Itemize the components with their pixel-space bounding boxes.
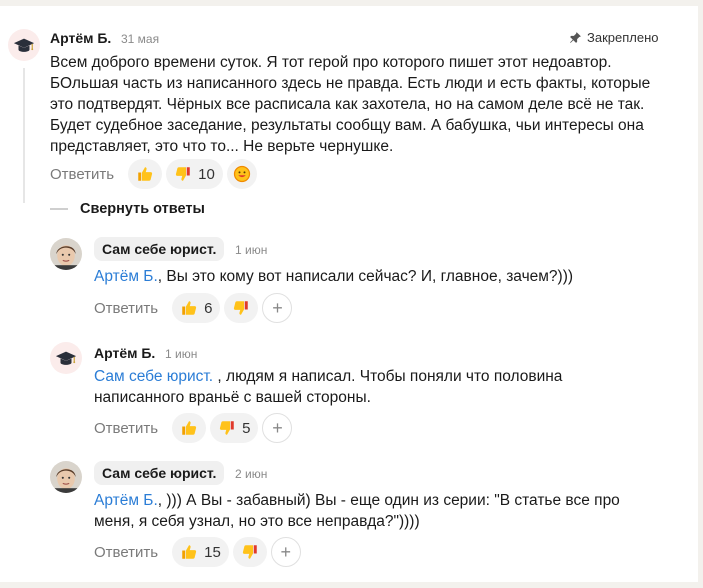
collapse-replies-button[interactable]: Свернуть ответы [50,201,205,217]
comment-author[interactable]: Артём Б. [94,345,155,361]
comment-actions: Ответить 6 + [94,293,293,323]
reply-button[interactable]: Ответить [94,420,158,437]
thumbs-down-icon [174,165,192,183]
comment-author[interactable]: Сам себе юрист. [94,237,225,261]
comment-text: Артём Б., ))) А Вы - забавный) Вы - еще … [94,490,654,532]
add-reaction-button[interactable]: + [262,293,293,323]
add-reaction-button[interactable]: + [262,413,293,443]
dislike-button[interactable]: 10 [166,159,223,189]
comment-body: , ))) А Вы - забавный) Вы - еще один из … [94,492,620,530]
reply-button[interactable]: Ответить [94,300,158,317]
graduation-cap-icon [55,347,77,369]
thumbs-up-icon [136,165,154,183]
user-photo [50,238,82,270]
reply-button[interactable]: Ответить [50,166,114,183]
avatar[interactable] [8,29,40,61]
avatar[interactable] [50,461,82,493]
thumbs-up-icon [180,419,198,437]
thumbs-down-icon [241,543,259,561]
dislike-button[interactable] [224,293,259,323]
pinned-badge: Закреплено [569,30,659,45]
thread-line [23,68,25,203]
mention-link[interactable]: Артём Б. [94,268,158,285]
like-count: 6 [204,299,213,317]
dislike-button[interactable] [232,537,267,567]
comment-date: 1 июн [165,347,198,361]
comment-text: Всем доброго времени суток. Я тот герой … [50,54,651,155]
comment-date: 1 июн [235,243,268,257]
reply-button[interactable]: Ответить [94,544,158,561]
bottom-edge [0,582,703,588]
like-count: 15 [204,543,221,561]
comment-text: Сам себе юрист. , людям я написал. Чтобы… [94,366,624,408]
comment-date: 2 июн [235,467,268,481]
comment-actions: Ответить 5 + [94,413,293,443]
comment-actions: Ответить 10 [50,159,257,189]
thumbs-up-icon [180,299,198,317]
add-reaction-button[interactable]: + [270,537,301,567]
scrollbar-track[interactable] [698,0,703,588]
dislike-count: 10 [198,165,215,183]
thumbs-up-icon [180,543,198,561]
comment-text: Артём Б., Вы это кому вот написали сейча… [94,266,664,287]
plus-icon: + [280,541,292,562]
top-edge [0,0,703,6]
like-button[interactable] [128,159,163,189]
smiley-icon [233,165,250,183]
emoji-reaction-button[interactable] [226,159,257,189]
plus-icon: + [272,417,283,438]
plus-icon: + [272,297,283,318]
mention-link[interactable]: Артём Б. [94,492,158,509]
avatar[interactable] [50,238,82,270]
graduation-cap-icon [13,34,35,56]
pinned-label: Закреплено [587,30,659,45]
like-button[interactable]: 15 [172,537,229,567]
comment-actions: Ответить 15 + [94,537,301,567]
like-button[interactable]: 6 [172,293,221,323]
like-button[interactable] [172,413,207,443]
thumbs-down-icon [218,419,236,437]
thumbs-down-icon [232,299,250,317]
collapse-dash [50,208,68,210]
mention-link[interactable]: Сам себе юрист. [94,368,213,385]
dislike-button[interactable]: 5 [210,413,259,443]
user-photo [50,461,82,493]
comment-body: , Вы это кому вот написали сейчас? И, гл… [157,268,574,285]
dislike-count: 5 [242,419,251,437]
pin-icon [570,32,581,43]
collapse-label: Свернуть ответы [80,201,205,217]
comment-author[interactable]: Артём Б. [50,30,111,46]
avatar[interactable] [50,342,82,374]
comment-author[interactable]: Сам себе юрист. [94,461,225,485]
comment-date: 31 мая [121,32,160,46]
